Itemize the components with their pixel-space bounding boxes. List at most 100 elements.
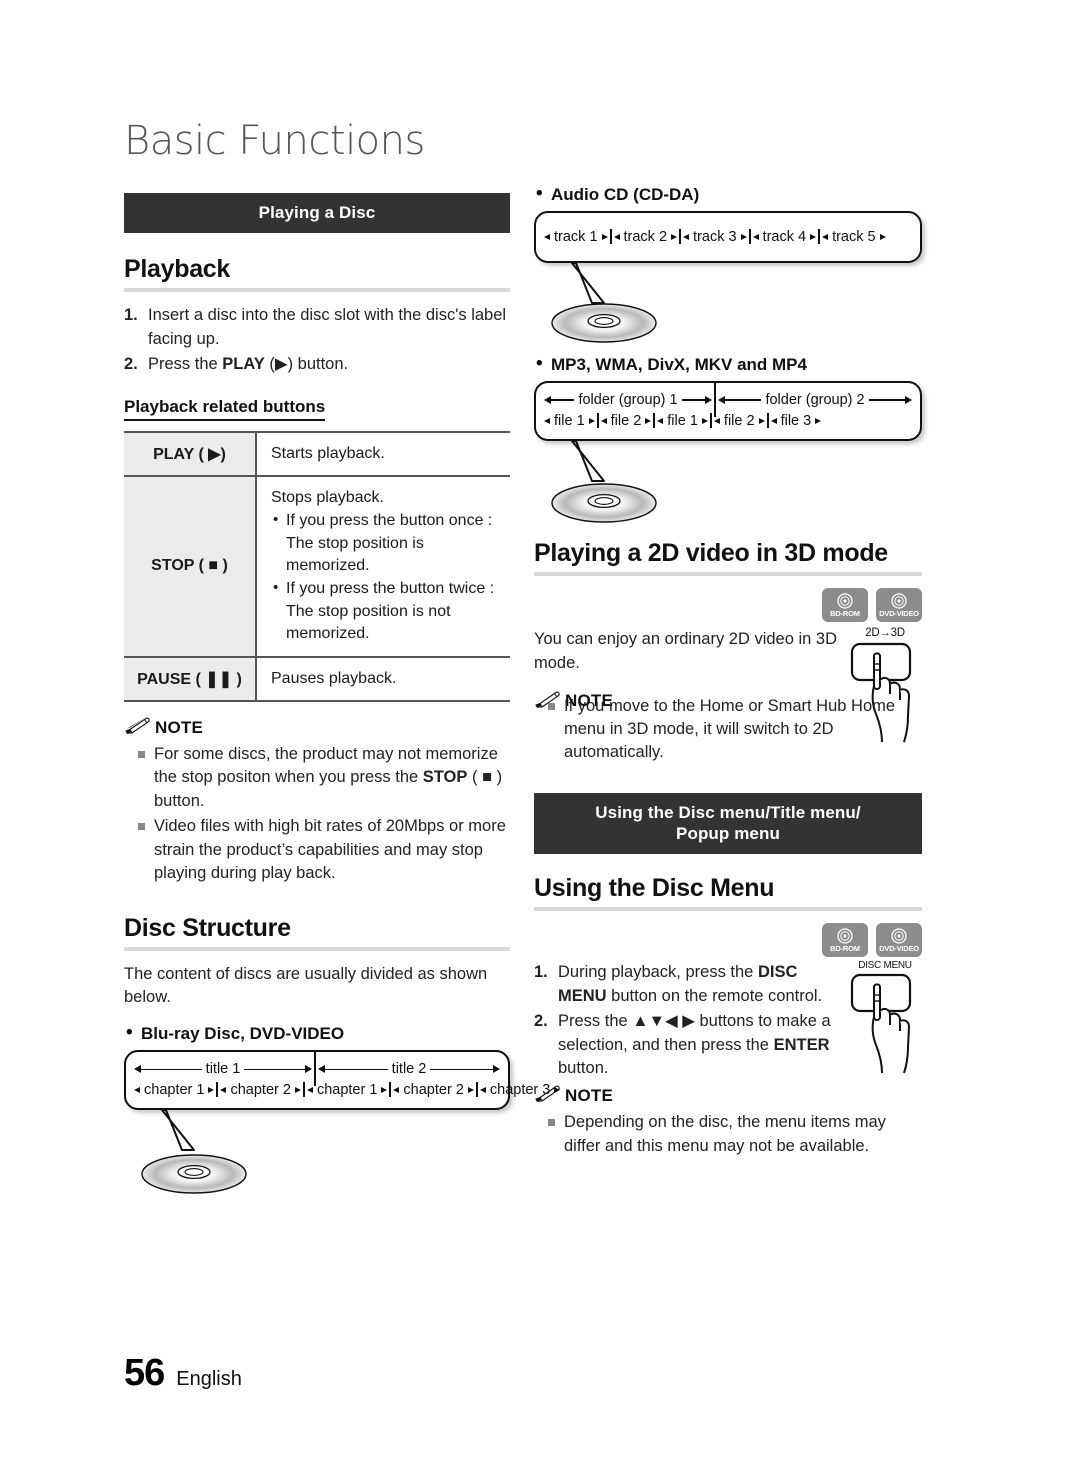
disc-structure-diagram-files: folder (group) 1 folder (group) 2 file 1… [534,381,922,482]
disc-structure-intro: The content of discs are usually divided… [124,964,488,1007]
cell-bullet-list: If you press the button once : The stop … [271,509,500,645]
arrow-right-icon [879,233,886,240]
chapter-divider [216,1082,219,1098]
pencil-icon [124,716,150,739]
segment-label: folder (group) 2 [765,392,865,408]
manual-page: Basic Functions Playing a Disc Playback … [0,0,1080,1479]
rule-line [681,399,706,401]
chapter-divider [475,1082,478,1098]
list-item: For some discs, the product may not memo… [124,743,510,813]
arrow-left-icon [318,1065,325,1074]
table-row: STOP ( ■ ) Stops playback. If you press … [124,475,510,657]
list-item: 1. Insert a disc into the disc slot with… [124,304,510,351]
step-number: 2. [124,355,138,374]
file-divider [596,413,599,428]
segment-label: folder (group) 1 [578,392,678,408]
rule-line [141,1068,202,1071]
disc-structure-diagram-bluray: title 1 title 2 chapter 1 chapter 2 chap… [124,1050,561,1152]
key-name: PLAY [222,355,265,374]
disc-icon [837,593,853,609]
callout-tail [571,441,605,482]
table-cell-key: PLAY ( ▶) [124,431,257,476]
arrow-left-icon [134,1065,141,1074]
arrow-right-icon [815,417,822,424]
segment-label: chapter 2 [230,1081,291,1098]
left-column: Playing a Disc Playback 1. Insert a disc… [124,193,561,1195]
cell-desc-text: Pauses playback. [271,669,397,687]
arrow-right-icon [208,1086,215,1093]
remote-key-label: 2D→3D [865,627,905,639]
segment-label: track 2 [623,228,668,245]
list-item: 2. Press the ▲▼◀ ▶ buttons to make a sel… [534,1010,838,1080]
callout-tail [161,1110,195,1152]
step-number: 2. [534,1012,548,1031]
arrow-right-icon [671,233,678,240]
badge-label: DVD-VIDEO [879,944,919,954]
media-badges: BD-ROM DVD-VIDEO [534,923,922,958]
table-row: PLAY ( ▶) Starts playback. [124,431,510,476]
disc-illustration [140,1150,248,1195]
disc-icon [837,928,853,944]
heading-playback-related-buttons: Playback related buttons [124,397,326,421]
rule-line [325,1068,388,1071]
finger-press-icon [850,974,912,1074]
file-divider [709,413,712,428]
callout-box: track 1 track 2 track 3 track 4 track 5 [534,211,922,263]
heading-rule [124,288,510,293]
bullet-title-media-files: MP3, WMA, DivX, MKV and MP4 [534,353,922,375]
callout-box: folder (group) 1 folder (group) 2 file 1… [534,381,922,441]
arrow-right-icon [294,1086,301,1093]
segment-label: track 4 [762,228,807,245]
titles-row: title 1 title 2 [134,1052,501,1087]
bullet-title-bluray: Blu-ray Disc, DVD-VIDEO [124,1022,510,1044]
step-text: Press the ▲▼◀ ▶ buttons to make a select… [558,1012,831,1077]
remote-key-disc-menu: DISC MENU [848,961,922,1082]
list-item: Video files with high bit rates of 20Mbp… [124,815,510,885]
table-cell-key: PAUSE ( ❚❚ ) [124,656,257,702]
key-name: STOP [422,768,468,787]
callout-tail [571,263,605,304]
section-bar-line1: Using the Disc menu/Title menu/ [595,802,861,822]
heading-rule [534,572,922,576]
badge-label: DVD-VIDEO [879,608,919,618]
arrow-right-icon [467,1086,474,1093]
segment-label: file 1 [667,412,698,429]
title-divider [314,1052,316,1087]
section-bar-disc-menu: Using the Disc menu/Title menu/ Popup me… [534,792,922,855]
list-item: If you press the button twice : The stop… [271,577,500,645]
playback-steps: 1. Insert a disc into the disc slot with… [124,304,510,376]
arrow-left-icon [544,396,551,404]
segment-label: chapter 2 [403,1081,464,1098]
segment-label: chapter 3 [489,1081,551,1098]
rule-line [430,1068,494,1071]
playback-buttons-table: PLAY ( ▶) Starts playback. STOP ( ■ ) St… [124,431,510,703]
badge-bd-rom: BD-ROM [822,588,868,622]
table-cell-key: STOP ( ■ ) [124,475,257,657]
chapter-divider [389,1082,392,1098]
disc-menu-steps: 1. During playback, press the DISC MENU … [534,961,838,1080]
arrow-right-icon [601,233,608,240]
arrow-right-icon [705,396,713,404]
cell-desc-text: Starts playback. [271,444,385,462]
heading-disc-structure: Disc Structure [124,913,291,942]
disc-menu-steps-wrap: 1. During playback, press the DISC MENU … [534,961,838,1082]
badge-label: BD-ROM [830,944,860,954]
track-divider [748,229,751,244]
segment-label: title 2 [391,1061,427,1078]
step-text: Press the PLAY (▶) button. [148,355,349,374]
note-list: For some discs, the product may not memo… [124,743,510,886]
step-text: During playback, press the DISC MENU but… [558,963,823,1005]
cell-desc-text: Stops playback. [271,488,384,506]
arrow-right-icon [810,233,817,240]
note-header: NOTE [534,1084,922,1107]
rule-line [868,399,906,401]
badge-label: BD-ROM [830,608,860,618]
arrow-right-icon [905,396,913,404]
file-divider [766,413,769,428]
arrow-right-icon [381,1086,388,1093]
section-bar-playing-a-disc: Playing a Disc [124,193,510,234]
file-divider [653,413,656,428]
step-number: 1. [534,963,548,982]
stop-glyph: ■ [482,768,493,787]
page-title: Basic Functions [124,118,425,164]
